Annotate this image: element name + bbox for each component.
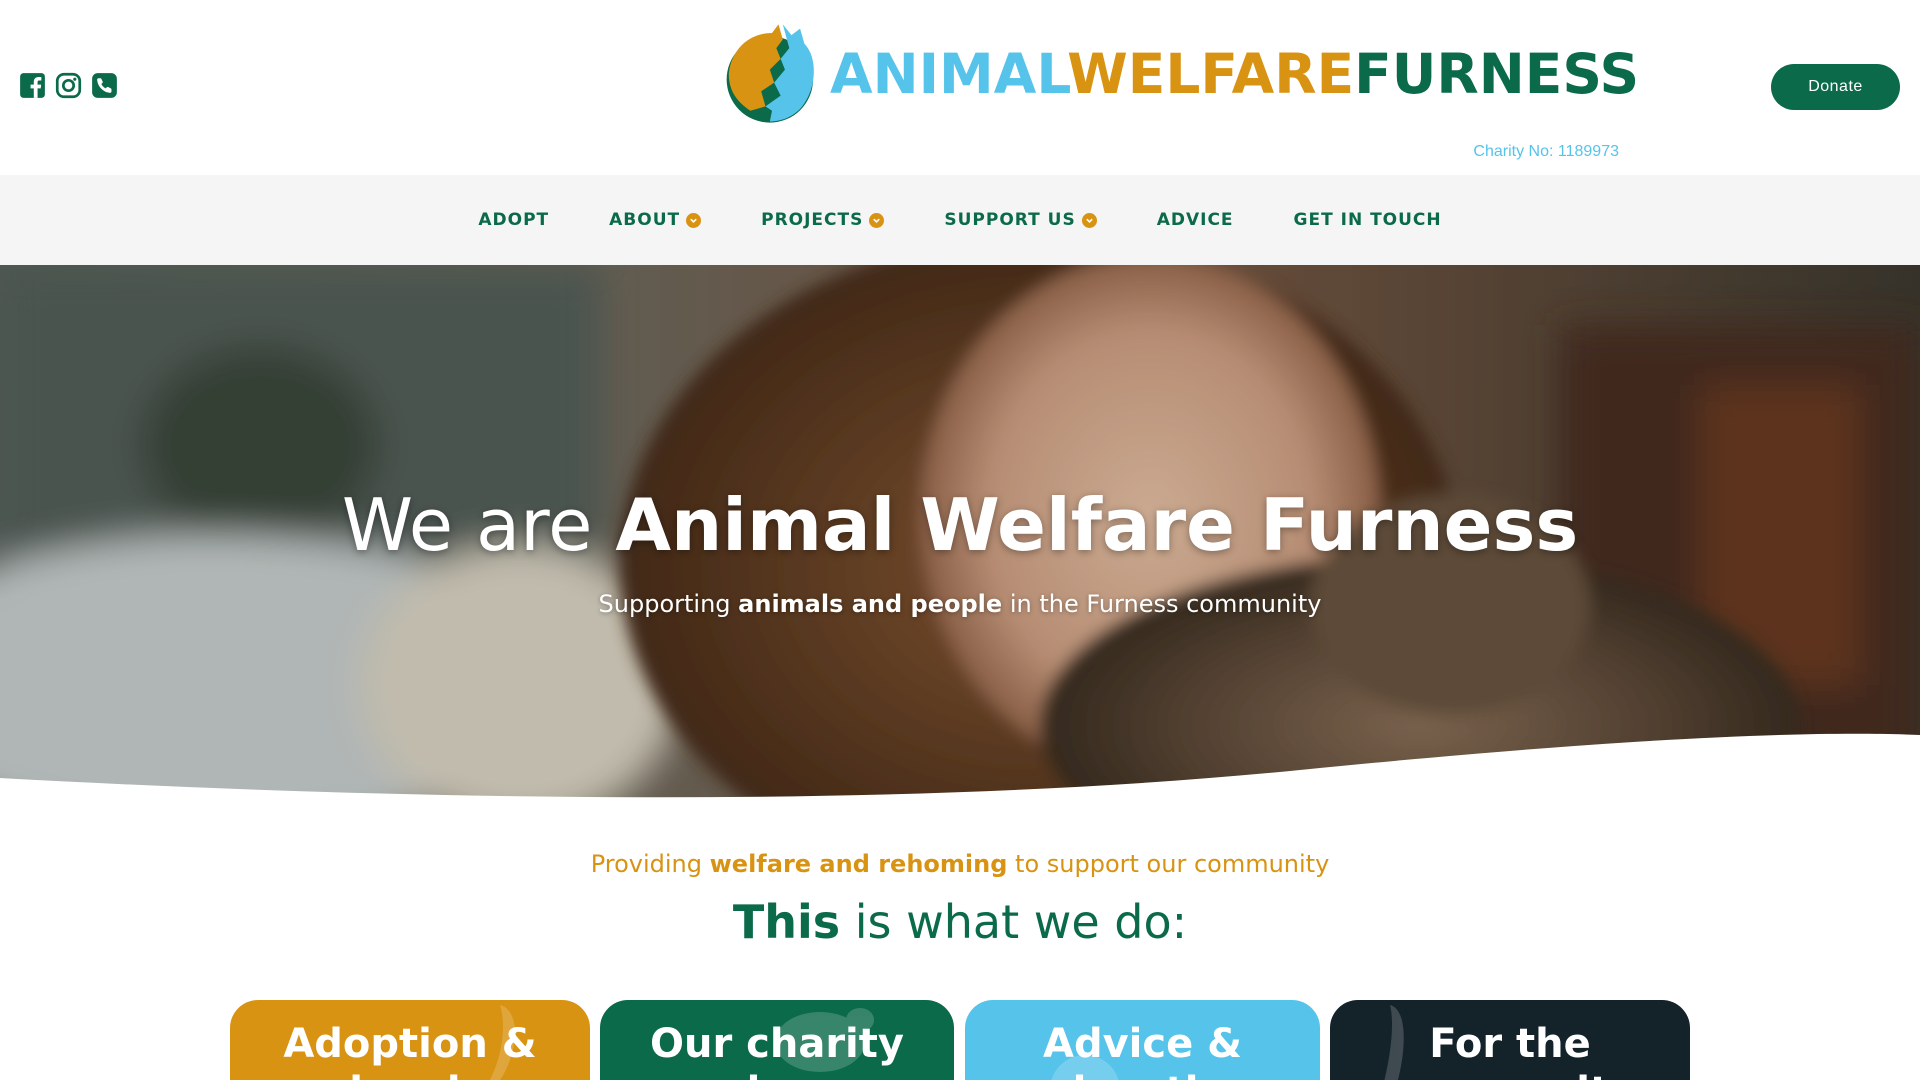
card-subtitle: community [1330, 1068, 1690, 1080]
main-nav: ADOPT ABOUT PROJECTS SUPPORT US ADVICE G… [0, 175, 1920, 265]
nav-item-about[interactable]: ABOUT [609, 210, 702, 230]
logo-mark-icon [726, 24, 814, 123]
chevron-down-icon [686, 212, 702, 228]
card-subtitle: education [965, 1068, 1320, 1080]
logo-word-welfare: WELFARE [1067, 41, 1355, 106]
hero-banner: We are Animal Welfare Furness Supporting… [0, 265, 1920, 800]
site-logo[interactable]: ANIMALWELFAREFURNESS [718, 20, 1639, 128]
card-subtitle: shop [600, 1068, 954, 1080]
chevron-down-icon [869, 212, 885, 228]
logo-wordmark: ANIMALWELFAREFURNESS [830, 46, 1639, 102]
nav-label: ABOUT [609, 210, 681, 230]
section-title: This is what we do: [0, 895, 1920, 949]
logo-word-animal: ANIMAL [830, 41, 1068, 106]
card-title: Our charity [650, 1021, 904, 1067]
nav-label: PROJECTS [761, 210, 864, 230]
card-adoption[interactable]: Adoption & rehoming [230, 1000, 590, 1080]
intro-tagline: Providing welfare and rehoming to suppor… [0, 850, 1920, 878]
nav-label: ADVICE [1156, 210, 1234, 230]
nav-item-get-in-touch[interactable]: GET IN TOUCH [1294, 210, 1442, 230]
nav-item-advice[interactable]: ADVICE [1157, 210, 1234, 230]
nav-label: SUPPORT US [944, 210, 1076, 230]
facebook-icon[interactable] [19, 72, 46, 99]
logo-word-furness: FURNESS [1354, 41, 1640, 106]
phone-icon[interactable] [91, 72, 118, 99]
charity-number: Charity No: 1189973 [1473, 143, 1619, 160]
social-links [19, 72, 118, 99]
nav-label: ADOPT [478, 210, 550, 230]
section-title-rest: is what we do: [840, 895, 1188, 949]
intro-tagline-bold: welfare and rehoming [709, 850, 1008, 878]
card-community[interactable]: For the community [1330, 1000, 1690, 1080]
chevron-down-icon [1081, 212, 1097, 228]
card-advice[interactable]: Advice & education [965, 1000, 1320, 1080]
nav-item-projects[interactable]: PROJECTS [761, 210, 885, 230]
donate-button[interactable]: Donate [1771, 64, 1900, 110]
nav-label: GET IN TOUCH [1293, 210, 1442, 230]
site-header: ANIMALWELFAREFURNESS Charity No: 1189973… [0, 0, 1920, 175]
card-title: Advice & [1042, 1021, 1243, 1067]
card-title: For the [1429, 1021, 1591, 1067]
card-title: Adoption & [283, 1021, 537, 1067]
nav-item-support-us[interactable]: SUPPORT US [944, 210, 1097, 230]
nav-item-adopt[interactable]: ADOPT [478, 210, 549, 230]
section-title-bold: This [732, 895, 841, 949]
card-subtitle: rehoming [230, 1068, 590, 1080]
intro-tagline-prefix: Providing [590, 850, 710, 878]
card-charity-shop[interactable]: Our charity shop [600, 1000, 954, 1080]
intro-tagline-suffix: to support our community [1007, 850, 1330, 878]
hero-wave-divider [0, 733, 1920, 800]
instagram-icon[interactable] [55, 72, 82, 99]
